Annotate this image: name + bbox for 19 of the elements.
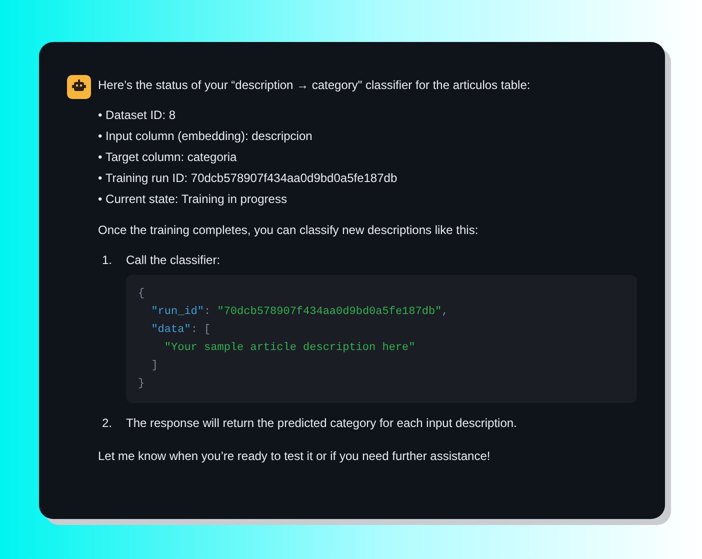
step-text: The response will return the predicted category for each input description. [126,415,518,432]
lead-text: Once the training completes, you can classify new descriptions like this: [98,222,480,239]
bullet-item: • Target column: categoria [98,149,238,166]
bullet-item: • Current state: Training in progress [98,191,288,208]
bullet-item: • Training run ID: 70dcb578907f434aa0d9bd0a5fe187db [98,170,398,187]
code-line: { [138,287,146,302]
code-line: ] [150,359,159,374]
robot-icon [67,75,91,99]
code-line: } [138,377,146,392]
bullet-item: • Input column (embedding): descripcion [98,128,314,145]
step-number: 1. [101,252,114,269]
code-line: "data": [ [150,323,212,338]
step-number: 2. [101,415,114,432]
step-text: Call the classifier: [126,252,222,269]
code-line: "Your sample article description here" [163,341,416,356]
code-line: "run_id": "70dcb578907f434aa0d9bd0a5fe187db", [150,305,450,320]
closing-text: Let me know when you’re ready to test it or if you need further assistance! [98,448,492,465]
intro-text: Here’s the status of your “description → category" classifier for the articulos table: [98,77,532,94]
bullet-item: • Dataset ID: 8 [98,107,177,124]
